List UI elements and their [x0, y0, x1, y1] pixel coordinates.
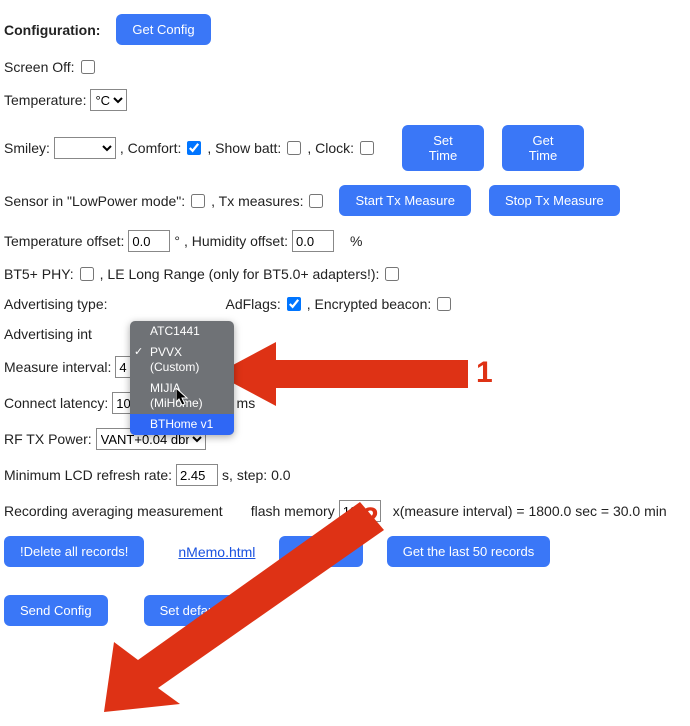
temp-offset-label: Temperature offset: — [4, 233, 124, 249]
le-long-range-label: , LE Long Range (only for BT5.0+ adapter… — [100, 266, 380, 282]
le-long-range-checkbox[interactable] — [385, 267, 399, 281]
adv-type-option-pvvx[interactable]: PVVX (Custom) — [130, 342, 234, 378]
comfort-checkbox[interactable] — [187, 141, 201, 155]
comfort-label: , Comfort: — [120, 140, 181, 156]
bt5-phy-label: BT5+ PHY: — [4, 266, 74, 282]
lowpower-label: Sensor in "LowPower mode": — [4, 193, 185, 209]
adflags-label: AdFlags: — [226, 296, 281, 312]
configuration-label: Configuration: — [4, 22, 100, 38]
measure-interval-label: Measure interval: — [4, 359, 111, 375]
tx-measures-label: , Tx measures: — [211, 193, 303, 209]
bt5-phy-checkbox[interactable] — [80, 267, 94, 281]
lcd-refresh-suffix: s, step: 0.0 — [222, 467, 290, 483]
clock-label: , Clock: — [307, 140, 354, 156]
recording-suffix: x(measure interval) = 1800.0 sec = 30.0 … — [393, 503, 667, 519]
show-batt-label: , Show batt: — [207, 140, 281, 156]
screen-off-label: Screen Off: — [4, 59, 75, 75]
annotation-arrow-2 — [104, 502, 384, 712]
percent-label: % — [350, 233, 362, 249]
temp-offset-input[interactable] — [128, 230, 170, 252]
set-time-button[interactable]: Set Time — [402, 125, 484, 171]
temperature-label: Temperature: — [4, 92, 86, 108]
lcd-refresh-input[interactable] — [176, 464, 218, 486]
degree-label: ° — [174, 233, 180, 249]
get-config-button[interactable]: Get Config — [116, 14, 210, 45]
hum-offset-label: , Humidity offset: — [184, 233, 288, 249]
connect-latency-label: Connect latency: — [4, 395, 108, 411]
lowpower-checkbox[interactable] — [191, 194, 205, 208]
stop-tx-button[interactable]: Stop Tx Measure — [489, 185, 620, 216]
rf-tx-power-label: RF TX Power: — [4, 431, 92, 447]
clock-checkbox[interactable] — [360, 141, 374, 155]
send-config-button[interactable]: Send Config — [4, 595, 108, 626]
lcd-refresh-label: Minimum LCD refresh rate: — [4, 467, 172, 483]
adflags-checkbox[interactable] — [287, 297, 301, 311]
start-tx-button[interactable]: Start Tx Measure — [339, 185, 470, 216]
temperature-unit-select[interactable]: °C — [90, 89, 127, 111]
adv-type-label: Advertising type: — [4, 296, 108, 312]
get-last-50-button[interactable]: Get the last 50 records — [387, 536, 551, 567]
annotation-number-1: 1 — [476, 356, 493, 390]
adv-interval-label: Advertising int — [4, 326, 92, 342]
show-batt-checkbox[interactable] — [287, 141, 301, 155]
screen-off-checkbox[interactable] — [81, 60, 95, 74]
smiley-select[interactable] — [54, 137, 116, 159]
hum-offset-input[interactable] — [292, 230, 334, 252]
get-time-button[interactable]: Get Time — [502, 125, 584, 171]
adv-type-dropdown[interactable]: ATC1441 PVVX (Custom) MIJIA (MiHome) BTH… — [130, 321, 234, 435]
tx-measures-checkbox[interactable] — [309, 194, 323, 208]
annotation-arrow-1 — [216, 334, 468, 414]
encrypted-checkbox[interactable] — [437, 297, 451, 311]
smiley-label: Smiley: — [4, 140, 50, 156]
adv-type-option-atc1441[interactable]: ATC1441 — [130, 321, 234, 342]
adv-type-option-bthome[interactable]: BTHome v1 — [130, 414, 234, 435]
cursor-icon — [176, 388, 190, 406]
encrypted-label: , Encrypted beacon: — [307, 296, 432, 312]
